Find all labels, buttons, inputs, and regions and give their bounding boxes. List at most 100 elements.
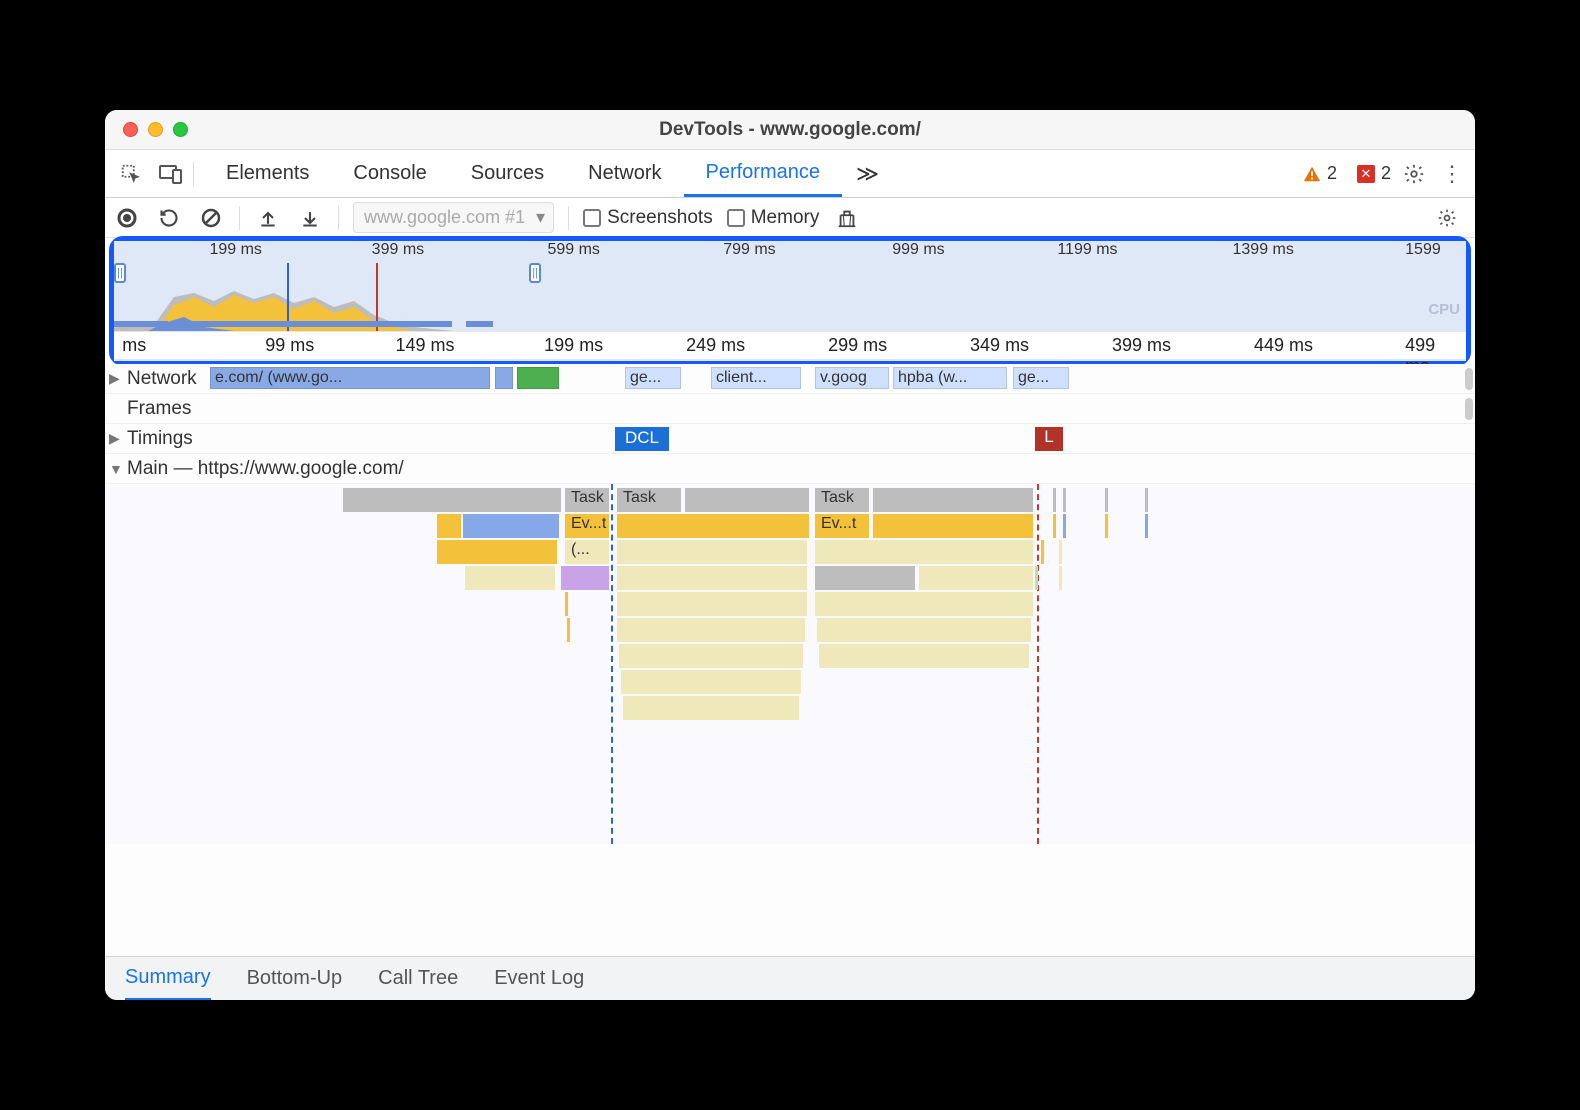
frames-track-row[interactable]: Frames xyxy=(105,394,1475,424)
flame-sliver[interactable] xyxy=(1105,514,1108,538)
separator xyxy=(193,162,194,186)
flame-sliver[interactable] xyxy=(1053,514,1056,538)
flame-bar[interactable] xyxy=(561,566,609,590)
devtools-tabbar: Elements Console Sources Network Perform… xyxy=(105,150,1475,198)
flame-bar[interactable] xyxy=(621,670,801,694)
network-request-bar[interactable] xyxy=(495,367,513,389)
tab-event-log[interactable]: Event Log xyxy=(494,958,584,999)
flame-sliver[interactable] xyxy=(1053,488,1056,512)
memory-checkbox[interactable]: Memory xyxy=(727,207,820,229)
flame-bar[interactable] xyxy=(815,540,1033,564)
flame-bar[interactable] xyxy=(617,592,807,616)
scrollbar-thumb[interactable] xyxy=(1465,368,1473,390)
overview-handle-left[interactable]: || xyxy=(114,263,126,283)
flame-sliver[interactable] xyxy=(1145,488,1148,512)
flame-bar[interactable] xyxy=(815,566,915,590)
load-line xyxy=(1037,484,1039,844)
flame-sliver[interactable] xyxy=(567,618,570,642)
flame-bar[interactable] xyxy=(919,566,1033,590)
scrollbar-thumb[interactable] xyxy=(1465,398,1473,420)
flame-bar[interactable]: Ev...t xyxy=(815,514,869,538)
network-request-bar[interactable]: hpba (w... xyxy=(893,367,1007,389)
flame-sliver[interactable] xyxy=(565,592,568,616)
flame-bar[interactable] xyxy=(873,488,1033,512)
screenshots-checkbox[interactable]: Screenshots xyxy=(583,207,713,229)
tab-network[interactable]: Network xyxy=(566,150,683,197)
network-request-bar[interactable]: ge... xyxy=(625,367,681,389)
main-flame-chart[interactable]: TaskTaskTaskEv...tEv...t(... xyxy=(105,484,1475,844)
flame-bar[interactable] xyxy=(463,514,559,538)
flame-bar[interactable] xyxy=(617,540,807,564)
load-marker[interactable]: L xyxy=(1035,427,1063,451)
flame-bar[interactable] xyxy=(623,696,799,720)
tracks-area[interactable]: ▶ Network e.com/ (www.go...ge...client..… xyxy=(105,364,1475,956)
record-button[interactable] xyxy=(113,204,141,232)
flame-bar[interactable] xyxy=(343,488,561,512)
network-request-bar[interactable]: e.com/ (www.go... xyxy=(210,367,490,389)
flame-bar[interactable]: Task xyxy=(815,488,869,512)
flame-sliver[interactable] xyxy=(1105,488,1108,512)
flame-sliver[interactable] xyxy=(1059,566,1062,590)
tab-call-tree[interactable]: Call Tree xyxy=(378,958,458,999)
flame-sliver[interactable] xyxy=(1063,488,1066,512)
more-tabs-icon[interactable]: ≫ xyxy=(846,161,889,187)
flame-bar[interactable] xyxy=(819,644,1029,668)
flame-bar[interactable] xyxy=(617,514,809,538)
network-request-bar[interactable]: ge... xyxy=(1013,367,1069,389)
main-track-header[interactable]: ▼ Main — https://www.google.com/ xyxy=(105,454,1475,484)
warnings-count: 2 xyxy=(1327,163,1337,184)
reload-record-button[interactable] xyxy=(155,204,183,232)
inspect-element-icon[interactable] xyxy=(113,156,149,192)
tab-sources[interactable]: Sources xyxy=(449,150,566,197)
flame-bar[interactable] xyxy=(437,540,557,564)
flame-bar[interactable] xyxy=(437,514,461,538)
flame-bar[interactable]: Ev...t xyxy=(565,514,609,538)
clear-button[interactable] xyxy=(197,204,225,232)
device-toolbar-icon[interactable] xyxy=(153,156,189,192)
flame-bar[interactable]: Task xyxy=(565,488,609,512)
network-request-bar[interactable] xyxy=(517,367,559,389)
settings-icon[interactable] xyxy=(1403,163,1433,185)
flame-sliver[interactable] xyxy=(1063,514,1066,538)
flame-bar[interactable] xyxy=(465,566,555,590)
flame-bar[interactable] xyxy=(617,566,807,590)
flame-sliver[interactable] xyxy=(1035,566,1038,590)
flame-sliver[interactable] xyxy=(1145,514,1148,538)
window-titlebar: DevTools - www.google.com/ xyxy=(105,110,1475,150)
timeline-overview[interactable]: 199 ms 399 ms 599 ms 799 ms 999 ms 1199 … xyxy=(114,241,1466,361)
flame-bar[interactable] xyxy=(873,514,1033,538)
collect-garbage-icon[interactable] xyxy=(833,204,861,232)
flame-bar[interactable]: Task xyxy=(617,488,681,512)
tab-console[interactable]: Console xyxy=(331,150,448,197)
tab-performance[interactable]: Performance xyxy=(684,150,843,197)
flame-bar[interactable] xyxy=(619,644,803,668)
dcl-marker[interactable]: DCL xyxy=(615,427,669,451)
panel-settings-icon[interactable] xyxy=(1437,208,1467,228)
kebab-menu-icon[interactable]: ⋮ xyxy=(1437,161,1467,187)
flame-sliver[interactable] xyxy=(1041,540,1044,564)
tab-bottom-up[interactable]: Bottom-Up xyxy=(247,958,343,999)
recording-selector[interactable]: www.google.com #1 xyxy=(353,202,554,233)
warnings-badge[interactable]: 2 xyxy=(1295,163,1345,184)
tab-summary[interactable]: Summary xyxy=(125,957,211,1001)
overview-highlight-box: 199 ms 399 ms 599 ms 799 ms 999 ms 1199 … xyxy=(109,236,1471,366)
upload-profile-icon[interactable] xyxy=(254,204,282,232)
network-request-bar[interactable]: v.goog xyxy=(815,367,889,389)
dcl-line xyxy=(611,484,613,844)
download-profile-icon[interactable] xyxy=(296,204,324,232)
timings-track-row[interactable]: ▶ Timings DCL L xyxy=(105,424,1475,454)
flame-bar[interactable] xyxy=(685,488,809,512)
network-request-bar[interactable]: client... xyxy=(711,367,801,389)
flame-bar[interactable] xyxy=(817,618,1031,642)
network-track-row[interactable]: ▶ Network e.com/ (www.go...ge...client..… xyxy=(105,364,1475,394)
flame-bar[interactable] xyxy=(617,618,805,642)
flame-bar[interactable]: (... xyxy=(565,540,609,564)
perf-toolbar: www.google.com #1 Screenshots Memory xyxy=(105,198,1475,238)
errors-badge[interactable]: ✕ 2 xyxy=(1349,163,1399,184)
tab-elements[interactable]: Elements xyxy=(204,150,331,197)
overview-handle-right[interactable]: || xyxy=(529,263,541,283)
devtools-window: DevTools - www.google.com/ Elements Cons… xyxy=(105,110,1475,1000)
flame-sliver[interactable] xyxy=(1059,540,1062,564)
flame-bar[interactable] xyxy=(815,592,1033,616)
details-tabbar: Summary Bottom-Up Call Tree Event Log xyxy=(105,956,1475,1000)
